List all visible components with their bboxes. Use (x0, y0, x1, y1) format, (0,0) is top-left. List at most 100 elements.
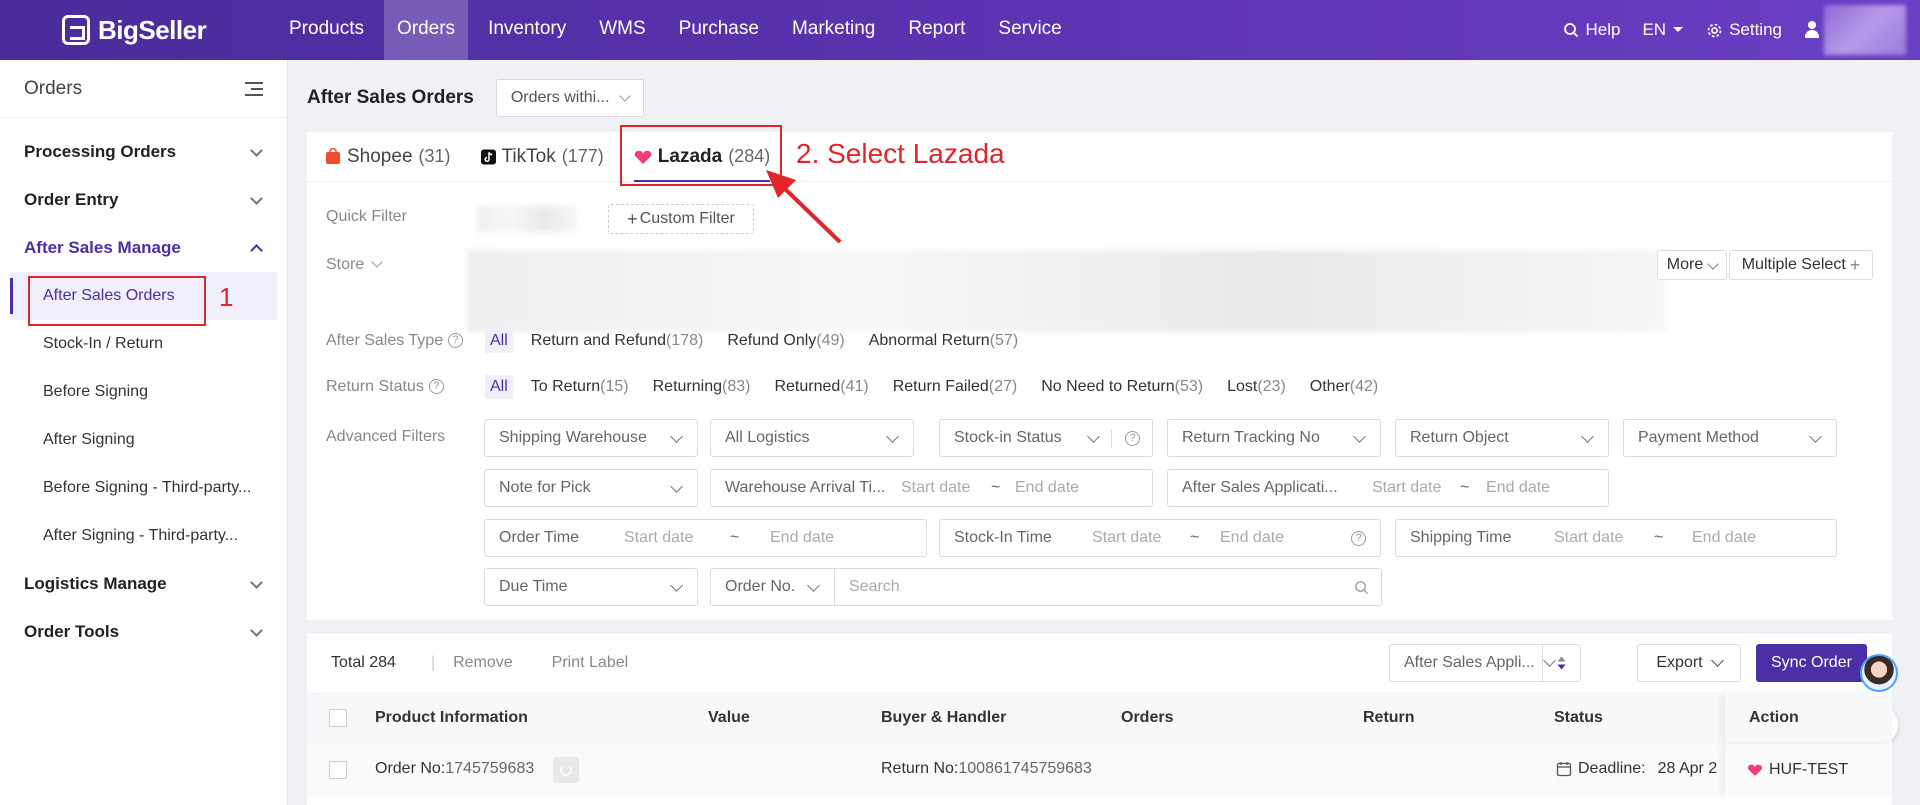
return-status-other[interactable]: Other(42) (1310, 378, 1378, 396)
help-link[interactable]: Help (1563, 20, 1620, 40)
end-date-input[interactable]: End date (1220, 529, 1284, 547)
nav-inventory[interactable]: Inventory (475, 0, 579, 60)
return-no-value[interactable]: 100861745759683 (958, 760, 1091, 777)
all-logistics-select[interactable]: All Logistics (710, 419, 914, 457)
annotation-step1-label: 1 (219, 282, 234, 312)
after-sales-type-refund-only[interactable]: Refund Only(49) (727, 332, 844, 350)
return-status-all[interactable]: All (485, 375, 513, 399)
sort-order-toggle[interactable] (1542, 645, 1580, 681)
return-tracking-no-select[interactable]: Return Tracking No (1167, 419, 1381, 457)
table-row: Order No:1745759683 Return No:1008617457… (307, 744, 1892, 796)
after-sales-type-abnormal-return[interactable]: Abnormal Return(57) (869, 332, 1018, 350)
collapse-sidebar-icon[interactable] (245, 81, 263, 96)
start-date-input[interactable]: Start date (1372, 479, 1460, 497)
order-scope-value: Orders withi... (510, 89, 610, 106)
sidebar-group-order-tools[interactable]: Order Tools (0, 608, 287, 656)
help-icon[interactable]: ? (1125, 431, 1140, 446)
help-icon[interactable]: ? (448, 333, 464, 349)
sidebar-item-after-signing-third-party[interactable]: After Signing - Third-party... (0, 512, 287, 560)
nav-report[interactable]: Report (895, 0, 978, 60)
nav-wms[interactable]: WMS (586, 0, 658, 60)
total-count: Total 284 (331, 654, 396, 671)
multiple-select-button[interactable]: Multiple Select + (1729, 250, 1873, 280)
column-header-status: Status (1554, 709, 1603, 726)
end-date-input[interactable]: End date (770, 529, 834, 547)
end-date-input[interactable]: End date (1015, 479, 1079, 497)
due-time-select[interactable]: Due Time (484, 568, 698, 606)
bigseller-logo[interactable]: BigSeller (62, 14, 207, 46)
stock-in-time-range[interactable]: Stock-In Time Start date ~ End date ? (939, 519, 1381, 557)
row-checkbox[interactable] (329, 761, 347, 779)
return-status-return-failed[interactable]: Return Failed(27) (893, 378, 1018, 396)
return-status-lost[interactable]: Lost(23) (1227, 378, 1286, 396)
stock-in-status-select[interactable]: Stock-in Status? (939, 419, 1153, 457)
end-date-input[interactable]: End date (1692, 529, 1756, 547)
start-date-input[interactable]: Start date (1554, 529, 1654, 547)
plus-icon: + (1849, 254, 1861, 275)
export-label: Export (1656, 654, 1703, 671)
order-search-input[interactable]: Search (834, 568, 1382, 606)
store-list-blurred[interactable] (467, 250, 1667, 332)
order-scope-select[interactable]: Orders withi... (495, 79, 644, 117)
nav-service[interactable]: Service (985, 0, 1074, 60)
help-icon[interactable]: ? (428, 379, 444, 395)
nav-marketing[interactable]: Marketing (779, 0, 888, 60)
chip-count: (42) (1349, 378, 1379, 395)
end-date-input[interactable]: End date (1486, 479, 1550, 497)
return-status-no-need[interactable]: No Need to Return(53) (1041, 378, 1203, 396)
print-label-button[interactable]: Print Label (552, 654, 629, 672)
start-date-input[interactable]: Start date (901, 479, 991, 497)
nav-products[interactable]: Products (276, 0, 377, 60)
store-label[interactable]: Store (326, 256, 383, 274)
nav-purchase[interactable]: Purchase (666, 0, 772, 60)
sidebar-group-logistics-manage[interactable]: Logistics Manage (0, 560, 287, 608)
search-icon[interactable] (1354, 580, 1369, 595)
warehouse-arrival-time-range[interactable]: Warehouse Arrival Ti... Start date ~ End… (710, 469, 1153, 507)
nav-orders[interactable]: Orders (383, 0, 469, 60)
export-button[interactable]: Export (1637, 644, 1741, 682)
payment-method-select[interactable]: Payment Method (1623, 419, 1837, 457)
sync-order-button[interactable]: Sync Order (1756, 644, 1867, 682)
shipping-time-range[interactable]: Shipping Time Start date ~ End date (1395, 519, 1837, 557)
chip-label: To Return (530, 378, 601, 395)
shipping-warehouse-select[interactable]: Shipping Warehouse (484, 419, 698, 457)
user-account-blurred[interactable] (1824, 5, 1906, 55)
return-status-returning[interactable]: Returning(83) (653, 378, 751, 396)
tab-tiktok[interactable]: TikTok (177) (480, 132, 604, 182)
sidebar-item-before-signing-third-party[interactable]: Before Signing - Third-party... (0, 464, 287, 512)
sidebar-group-after-sales-manage[interactable]: After Sales Manage (0, 224, 287, 272)
start-date-input[interactable]: Start date (1092, 529, 1190, 547)
copy-order-no-button[interactable] (553, 757, 579, 783)
after-sales-type-all[interactable]: All (485, 329, 513, 353)
more-stores-button[interactable]: More (1657, 250, 1727, 280)
start-date-input[interactable]: Start date (624, 529, 730, 547)
sort-select[interactable]: After Sales Appli... (1389, 644, 1581, 682)
return-status-to-return[interactable]: To Return(15) (531, 378, 629, 396)
language-select[interactable]: EN (1642, 20, 1684, 40)
sidebar-item-before-signing[interactable]: Before Signing (0, 368, 287, 416)
order-no-value[interactable]: 1745759683 (445, 760, 534, 777)
column-header-action: Action (1725, 692, 1892, 744)
custom-filter-button[interactable]: + Custom Filter (608, 204, 754, 234)
help-icon[interactable]: ? (1351, 531, 1366, 546)
sidebar-item-stock-in-return[interactable]: Stock-In / Return (0, 320, 287, 368)
remove-button[interactable]: Remove (453, 654, 513, 672)
user-icon[interactable] (1804, 21, 1820, 39)
return-object-select[interactable]: Return Object (1395, 419, 1609, 457)
column-header-buyer-handler: Buyer & Handler (881, 709, 1007, 726)
note-for-pick-select[interactable]: Note for Pick (484, 469, 698, 507)
select-all-checkbox[interactable] (329, 709, 347, 727)
sidebar-group-processing-orders[interactable]: Processing Orders (0, 128, 287, 176)
after-sales-application-time-range[interactable]: After Sales Applicati... Start date ~ En… (1167, 469, 1609, 507)
sidebar-group-order-entry[interactable]: Order Entry (0, 176, 287, 224)
return-status-returned[interactable]: Returned(41) (774, 378, 868, 396)
order-no-type-select[interactable]: Order No. (710, 568, 835, 606)
order-time-range[interactable]: Order Time Start date ~ End date (484, 519, 927, 557)
setting-link[interactable]: Setting (1706, 20, 1782, 40)
tab-shopee[interactable]: Shopee (31) (325, 132, 451, 182)
plus-icon: + (627, 208, 638, 229)
support-agent-avatar[interactable] (1860, 654, 1898, 692)
quick-filter-blurred-chip[interactable] (477, 206, 577, 232)
after-sales-type-return-and-refund[interactable]: Return and Refund(178) (531, 332, 704, 350)
sidebar-item-after-signing[interactable]: After Signing (0, 416, 287, 464)
